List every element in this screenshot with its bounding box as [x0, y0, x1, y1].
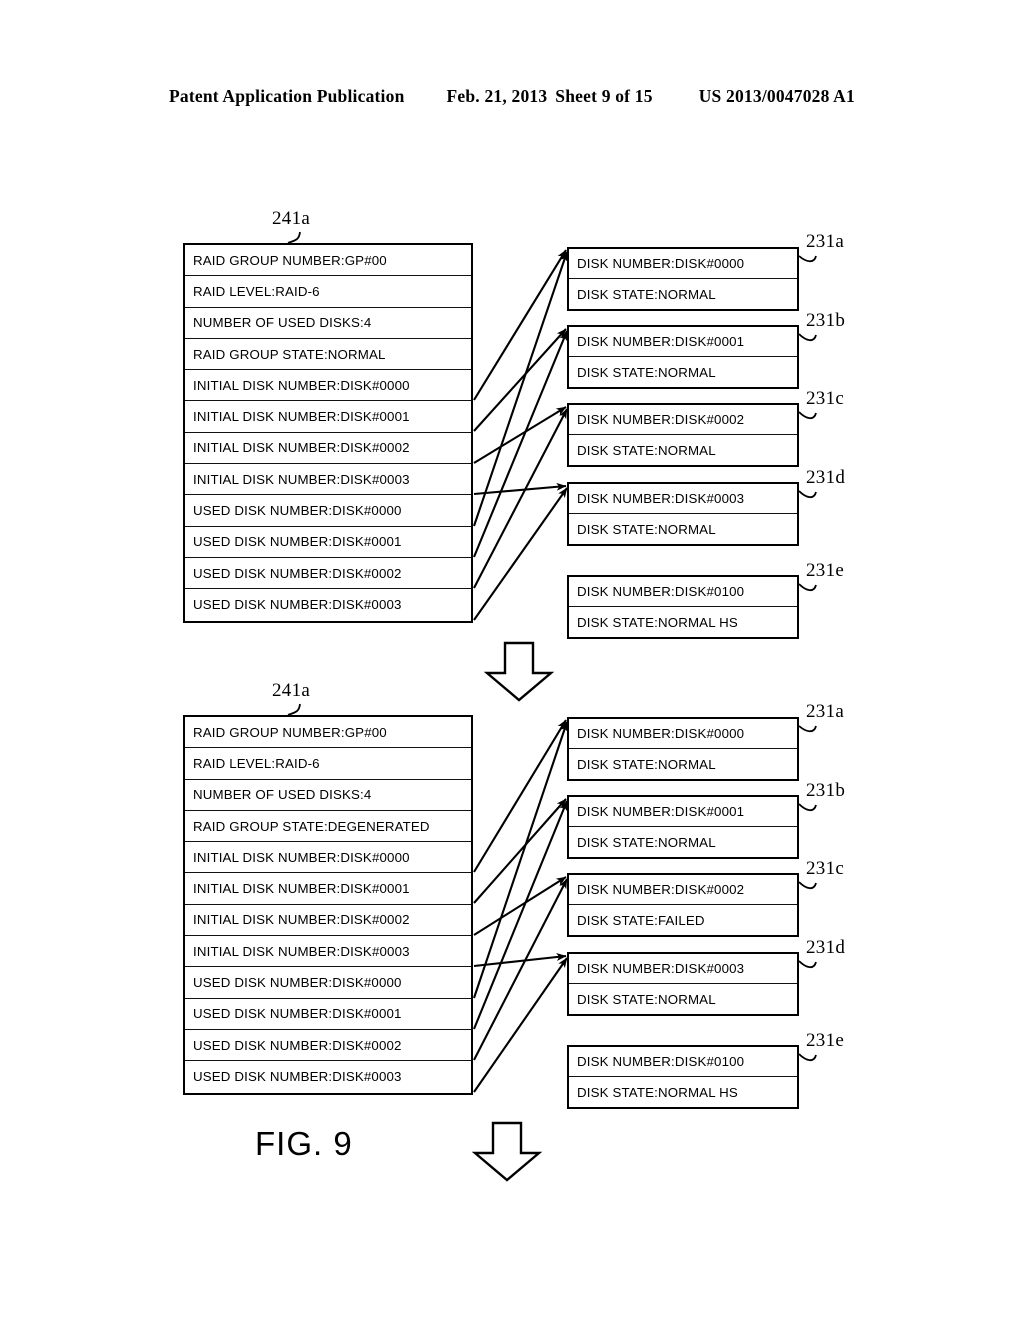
disk-box-231a-bottom: DISK NUMBER:DISK#0000 DISK STATE:NORMAL: [567, 717, 799, 781]
disk-state-row: DISK STATE:NORMAL: [577, 991, 716, 1007]
figure-connector-overlay: [287, 231, 817, 1182]
raid-table-row: INITIAL DISK NUMBER:DISK#0003: [185, 936, 471, 968]
mapping-arrows-used-top: [473, 251, 568, 621]
disk-number-row: DISK NUMBER:DISK#0100: [569, 577, 797, 607]
raid-table-row: RAID GROUP STATE:NORMAL: [185, 339, 471, 371]
ref-label-231e-bottom: 231e: [806, 1030, 845, 1051]
disk-state-row: DISK STATE:NORMAL: [577, 521, 716, 537]
disk-box-231d-top: DISK NUMBER:DISK#0003 DISK STATE:NORMAL: [567, 482, 799, 546]
disk-box-231b-bottom: DISK NUMBER:DISK#0001 DISK STATE:NORMAL: [567, 795, 799, 859]
figure-caption: FIG. 9: [255, 1125, 353, 1162]
figure-9-drawing: 241a RAID GROUP NUMBER:GP#00 RAID LEVEL:…: [0, 0, 1024, 1320]
disk-number-row: DISK NUMBER:DISK#0000: [569, 719, 797, 749]
leader-lines-231-bottom: [798, 725, 817, 1062]
ref-label-241a-top: 241a: [272, 208, 311, 229]
disk-number-row: DISK NUMBER:DISK#0002: [569, 405, 797, 435]
disk-number-row: DISK NUMBER:DISK#0002: [569, 875, 797, 905]
raid-table-row: RAID GROUP NUMBER:GP#00: [185, 245, 471, 277]
disk-number-row: DISK NUMBER:DISK#0001: [569, 327, 797, 357]
ref-label-231a-top: 231a: [806, 231, 845, 252]
raid-table-row: RAID LEVEL:RAID-6: [185, 748, 471, 780]
ref-label-231b-bottom: 231b: [806, 780, 846, 801]
ref-label-231d-top: 231d: [806, 467, 846, 488]
disk-number-row: DISK NUMBER:DISK#0001: [569, 797, 797, 827]
disk-state-row: DISK STATE:NORMAL: [577, 834, 716, 850]
raid-table-row: USED DISK NUMBER:DISK#0002: [185, 558, 471, 590]
raid-table-row: INITIAL DISK NUMBER:DISK#0002: [185, 433, 471, 465]
disk-number-row: DISK NUMBER:DISK#0000: [569, 249, 797, 279]
disk-box-231b-top: DISK NUMBER:DISK#0001 DISK STATE:NORMAL: [567, 325, 799, 389]
raid-group-table-top: RAID GROUP NUMBER:GP#00 RAID LEVEL:RAID-…: [183, 243, 473, 623]
ref-label-231b-top: 231b: [806, 310, 846, 331]
disk-number-row: DISK NUMBER:DISK#0003: [569, 484, 797, 514]
disk-box-231c-bottom: DISK NUMBER:DISK#0002 DISK STATE:FAILED: [567, 873, 799, 937]
disk-state-row: DISK STATE:NORMAL: [577, 364, 716, 380]
leader-line-241a-bottom: [287, 703, 301, 716]
raid-table-row: USED DISK NUMBER:DISK#0001: [185, 527, 471, 558]
raid-table-row: NUMBER OF USED DISKS:4: [185, 780, 471, 811]
disk-state-row: DISK STATE:NORMAL HS: [577, 614, 738, 630]
raid-table-row: RAID GROUP NUMBER:GP#00: [185, 717, 471, 749]
mapping-arrows-initial-bottom: [473, 719, 567, 968]
raid-table-row: INITIAL DISK NUMBER:DISK#0002: [185, 905, 471, 937]
raid-table-row: USED DISK NUMBER:DISK#0000: [185, 967, 471, 999]
raid-table-row: USED DISK NUMBER:DISK#0000: [185, 495, 471, 527]
raid-table-row: INITIAL DISK NUMBER:DISK#0000: [185, 842, 471, 874]
raid-table-row: USED DISK NUMBER:DISK#0003: [193, 597, 402, 613]
ref-label-231a-bottom: 231a: [806, 701, 845, 722]
disk-box-231a-top: DISK NUMBER:DISK#0000 DISK STATE:NORMAL: [567, 247, 799, 311]
ref-label-231d-bottom: 231d: [806, 937, 846, 958]
flow-arrow-bottom: [471, 1121, 543, 1182]
raid-table-row: USED DISK NUMBER:DISK#0003: [193, 1069, 402, 1085]
mapping-arrows-used-bottom: [473, 721, 568, 1093]
raid-table-row: INITIAL DISK NUMBER:DISK#0003: [185, 464, 471, 496]
disk-box-231d-bottom: DISK NUMBER:DISK#0003 DISK STATE:NORMAL: [567, 952, 799, 1016]
disk-box-231e-bottom: DISK NUMBER:DISK#0100 DISK STATE:NORMAL …: [567, 1045, 799, 1109]
raid-table-row: INITIAL DISK NUMBER:DISK#0001: [185, 873, 471, 905]
raid-table-row: RAID GROUP STATE:DEGENERATED: [185, 811, 471, 843]
ref-label-231e-top: 231e: [806, 560, 845, 581]
disk-box-231e-top: DISK NUMBER:DISK#0100 DISK STATE:NORMAL …: [567, 575, 799, 639]
leader-lines-231-top: [798, 255, 817, 592]
disk-state-row: DISK STATE:NORMAL: [577, 756, 716, 772]
raid-table-row: USED DISK NUMBER:DISK#0002: [185, 1030, 471, 1062]
ref-label-231c-top: 231c: [806, 388, 845, 409]
raid-table-row: USED DISK NUMBER:DISK#0001: [185, 999, 471, 1030]
leader-line-241a-top: [287, 231, 301, 244]
mapping-arrows-initial-top: [473, 249, 567, 496]
disk-number-row: DISK NUMBER:DISK#0100: [569, 1047, 797, 1077]
ref-label-241a-bottom: 241a: [272, 680, 311, 701]
disk-state-row: DISK STATE:NORMAL: [577, 442, 716, 458]
raid-table-row: INITIAL DISK NUMBER:DISK#0000: [185, 370, 471, 402]
disk-state-row: DISK STATE:FAILED: [577, 912, 705, 928]
flow-arrow-middle: [483, 641, 555, 702]
raid-group-table-bottom: RAID GROUP NUMBER:GP#00 RAID LEVEL:RAID-…: [183, 715, 473, 1095]
raid-table-row: RAID LEVEL:RAID-6: [185, 276, 471, 308]
disk-state-row: DISK STATE:NORMAL: [577, 286, 716, 302]
raid-table-row: INITIAL DISK NUMBER:DISK#0001: [185, 401, 471, 433]
disk-state-row: DISK STATE:NORMAL HS: [577, 1084, 738, 1100]
ref-label-231c-bottom: 231c: [806, 858, 845, 879]
disk-number-row: DISK NUMBER:DISK#0003: [569, 954, 797, 984]
disk-box-231c-top: DISK NUMBER:DISK#0002 DISK STATE:NORMAL: [567, 403, 799, 467]
raid-table-row: NUMBER OF USED DISKS:4: [185, 308, 471, 339]
